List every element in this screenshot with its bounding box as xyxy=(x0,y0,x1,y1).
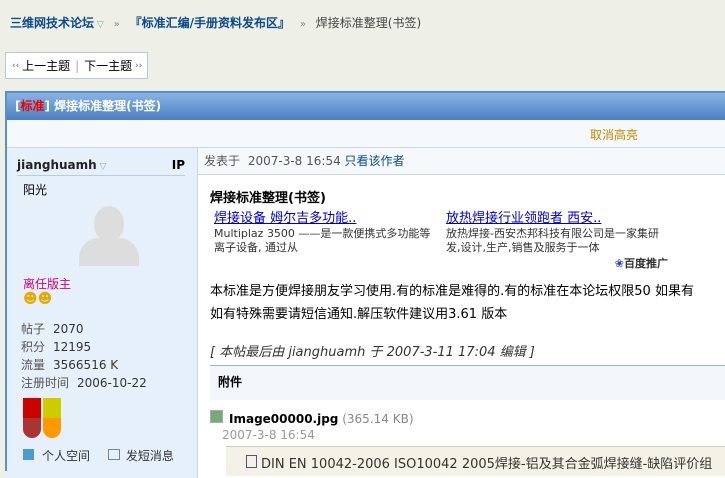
personal-space-link[interactable]: 个人空间 xyxy=(42,449,90,463)
mail-icon[interactable] xyxy=(107,449,120,460)
chevron-down-icon[interactable]: ▽ xyxy=(94,20,104,30)
thread-container: [标准] 焊接标准整理(书签) 取消高亮 jianghuamh ▽ IP 阳光 … xyxy=(5,91,725,478)
author-panel: jianghuamh ▽ IP 阳光 离任版主 ☻☻ 帖子 2070 积分 1219… xyxy=(7,148,198,478)
avatar[interactable] xyxy=(79,206,139,268)
post-title: 焊接标准整理(书签) xyxy=(210,191,326,206)
chevron-down-icon[interactable]: ▽ xyxy=(97,162,107,172)
stat-registered: 注册时间 2006-10-22 xyxy=(21,376,147,390)
next-thread-link[interactable]: 下一主题 xyxy=(84,57,132,74)
cancel-highlight-link[interactable]: 取消高亮 xyxy=(590,126,638,143)
author-rank: 离任版主 xyxy=(23,277,72,291)
author-actions: 个人空间 发短消息 xyxy=(23,447,174,464)
author-name[interactable]: jianghuamh xyxy=(17,158,97,172)
ad-item[interactable]: 放热焊接行业领跑者 西安.. 放热焊接-西安杰邦科技有限公司是一家集研发,设计,生… xyxy=(446,211,668,255)
paw-icon: ❀ xyxy=(614,257,624,270)
send-message-link[interactable]: 发短消息 xyxy=(126,449,174,463)
breadcrumb: 三维网技术论坛 ▽ » 『标准汇编/手册资料发布区』 » 焊接标准整理(书签) xyxy=(10,14,421,31)
medal-icon xyxy=(43,398,61,438)
breadcrumb-current: 焊接标准整理(书签) xyxy=(315,16,422,30)
baidu-ad-brand[interactable]: ❀百度推广 xyxy=(615,257,668,271)
thread-nav: ‹‹ 上一主题 | 下一主题 ›› xyxy=(5,52,148,79)
thread-title: 焊接标准整理(书签) xyxy=(54,99,162,113)
edit-notice: [ 本帖最后由 jianghuamh 于 2007-3-11 17:04 编辑 … xyxy=(210,345,535,360)
medal-icon xyxy=(23,398,41,438)
only-author-link[interactable]: 只看该作者 xyxy=(345,154,405,168)
file-list-item: DIN EN 10042-2006 ISO10042 2005焊接-铝及其合金弧… xyxy=(226,446,725,476)
post-meta: 发表于 2007-3-8 16:54 只看该作者 xyxy=(198,148,725,175)
image-file-icon xyxy=(210,410,223,423)
separator: » xyxy=(113,19,120,30)
breadcrumb-forum-link[interactable]: 三维网技术论坛 xyxy=(10,16,94,30)
breadcrumb-board-link[interactable]: 『标准汇编/手册资料发布区』 xyxy=(130,16,290,30)
post-content: 发表于 2007-3-8 16:54 只看该作者 焊接标准整理(书签) 焊接设备… xyxy=(198,148,725,478)
separator: » xyxy=(299,19,306,30)
stat-traffic: 流量 3566516 K xyxy=(21,358,119,372)
stat-posts: 帖子 2070 xyxy=(21,322,84,336)
ad-item[interactable]: 焊接设备 姆尔吉多功能.. Multiplaz 3500 ——是一款便携式多功能等… xyxy=(214,211,436,255)
attachment-link[interactable]: Image00000.jpg xyxy=(229,412,338,426)
rank-stars-icon: ☻☻ xyxy=(23,291,53,307)
stat-points: 积分 12195 xyxy=(21,340,92,354)
home-icon[interactable] xyxy=(23,449,34,460)
thread-tag: 标准 xyxy=(20,99,45,113)
thread-header: [标准] 焊接标准整理(书签) xyxy=(7,93,725,120)
post-body-line: 本标准是方便焊接朋友学习使用.有的标准是难得的.有的标准在本论坛权限50 如果有 xyxy=(210,284,694,299)
ip-label[interactable]: IP xyxy=(172,158,185,172)
post-date: 2007-3-8 16:54 xyxy=(247,154,341,168)
author-name-row: jianghuamh ▽ IP xyxy=(17,158,185,176)
author-title: 阳光 xyxy=(23,183,48,197)
prev-thread-link[interactable]: 上一主题 xyxy=(22,57,70,74)
attachment-item: Image00000.jpg (365.14 KB) xyxy=(210,410,414,426)
attachments-header: 附件 xyxy=(210,365,725,400)
ad-block: 焊接设备 姆尔吉多功能.. Multiplaz 3500 ——是一款便携式多功能等… xyxy=(210,209,670,271)
post-body-line: 如有特殊需要请短信通知.解压软件建议用3.61 版本 xyxy=(210,307,508,322)
attachment-date: 2007-3-8 16:54 xyxy=(222,428,315,442)
